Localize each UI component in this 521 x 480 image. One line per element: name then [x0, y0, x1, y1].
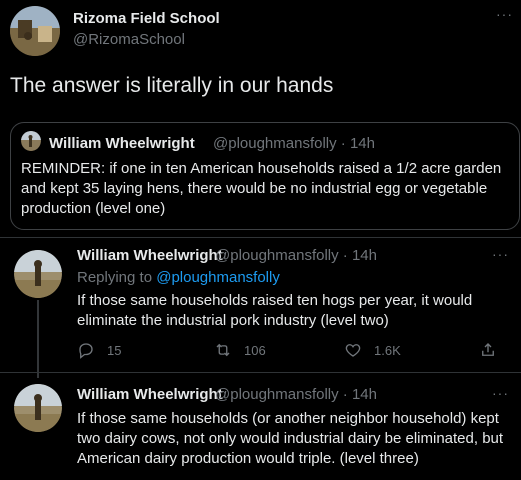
- like-count: 1.6K: [374, 342, 401, 358]
- reply-count: 15: [107, 342, 122, 358]
- retweet-count: 106: [244, 342, 266, 358]
- reply-tweet[interactable]: William Wheelwright @ploughmansfolly · 1…: [0, 372, 521, 480]
- retweet-icon: [216, 343, 230, 357]
- quote-author-name: William Wheelwright: [49, 135, 195, 152]
- reply-author-handle[interactable]: @ploughmansfolly · 14h: [215, 247, 377, 264]
- reply-icon: [79, 343, 93, 359]
- author-handle[interactable]: @RizomaSchool: [73, 31, 185, 48]
- share-icon: [482, 343, 494, 356]
- reply-text: If those same households raised ten hogs…: [77, 292, 473, 329]
- replying-to-label: Replying to: [77, 269, 157, 286]
- more-options-icon[interactable]: ···: [492, 246, 509, 262]
- quoted-tweet-card[interactable]: William Wheelwright @ploughmansfolly · 1…: [10, 122, 520, 230]
- retweet-button[interactable]: 106: [214, 341, 266, 359]
- reply-author-name[interactable]: William Wheelwright: [77, 247, 223, 264]
- heart-icon: [345, 344, 361, 357]
- avatar[interactable]: [14, 250, 62, 298]
- more-options-icon[interactable]: ···: [492, 385, 509, 401]
- share-button[interactable]: [479, 341, 509, 359]
- like-button[interactable]: 1.6K: [344, 341, 401, 359]
- avatar[interactable]: [10, 6, 60, 56]
- reply-tweet[interactable]: William Wheelwright @ploughmansfolly · 1…: [0, 237, 521, 378]
- avatar: [21, 131, 41, 151]
- main-tweet: Rizoma Field School @RizomaSchool ··· Th…: [0, 0, 521, 232]
- quote-text: REMINDER: if one in ten American househo…: [21, 160, 502, 217]
- reply-text: If those same households (or another nei…: [77, 410, 504, 467]
- tweet-actions: 15 106 1.6K: [77, 341, 507, 365]
- reply-button[interactable]: 15: [77, 341, 121, 359]
- thread-line: [37, 300, 39, 378]
- quote-author-handle: @ploughmansfolly · 14h: [213, 135, 375, 152]
- mention-link[interactable]: @ploughmansfolly: [156, 269, 280, 286]
- avatar[interactable]: [14, 384, 62, 432]
- replying-to: Replying to @ploughmansfolly: [77, 269, 280, 286]
- author-name[interactable]: Rizoma Field School: [73, 10, 220, 27]
- tweet-text: The answer is literally in our hands: [10, 74, 334, 97]
- more-options-icon[interactable]: ···: [496, 6, 513, 22]
- reply-author-handle[interactable]: @ploughmansfolly · 14h: [215, 386, 377, 403]
- reply-author-name[interactable]: William Wheelwright: [77, 386, 223, 403]
